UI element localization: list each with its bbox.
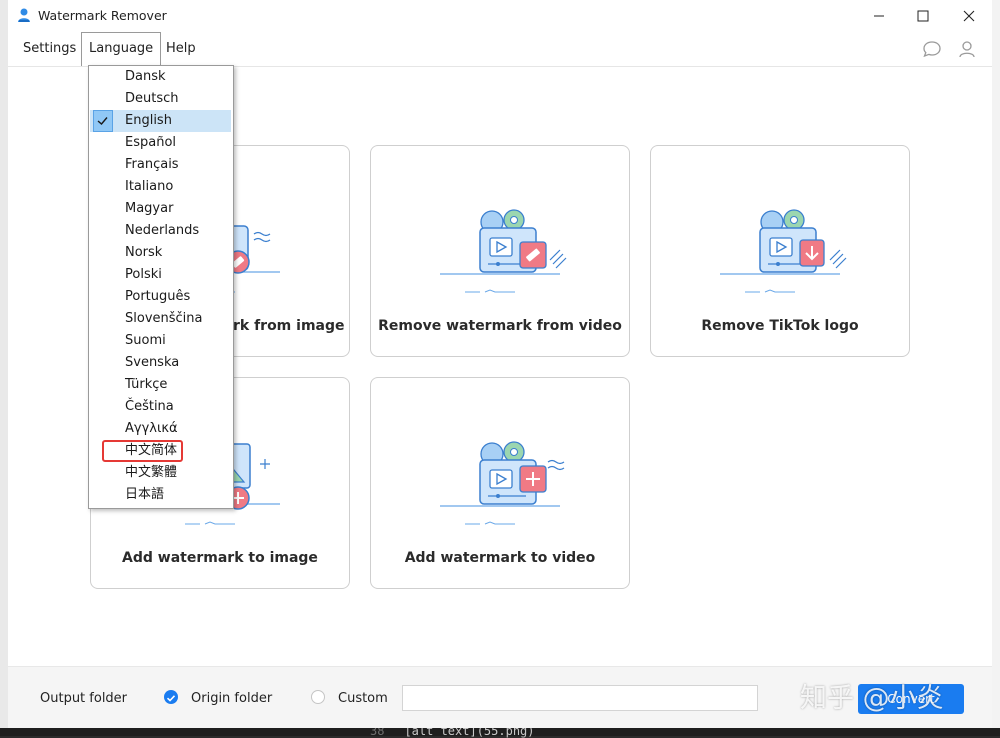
custom-path-input[interactable] <box>402 685 758 711</box>
app-logo-icon <box>16 7 32 23</box>
minimize-button[interactable] <box>856 0 902 32</box>
feedback-icon[interactable] <box>922 40 942 62</box>
menu-settings[interactable]: Settings <box>16 32 83 66</box>
origin-folder-radio[interactable] <box>164 690 178 704</box>
language-item-label: Dansk <box>125 69 166 84</box>
remove-video-illustration <box>410 204 590 308</box>
language-item-label: Français <box>125 157 179 172</box>
language-item[interactable]: Türkçe <box>90 374 231 396</box>
language-item[interactable]: Suomi <box>90 330 231 352</box>
language-item-label: Suomi <box>125 333 166 348</box>
card-remove-tiktok-label: Remove TikTok logo <box>701 318 859 334</box>
highlight-annotation-box <box>102 440 183 462</box>
language-item[interactable]: English <box>90 110 231 132</box>
close-button[interactable] <box>946 0 992 32</box>
language-item[interactable]: Français <box>90 154 231 176</box>
language-item-label: Italiano <box>125 179 174 194</box>
language-item-label: Deutsch <box>125 91 179 106</box>
card-add-watermark-video[interactable]: Add watermark to video <box>370 377 630 589</box>
language-item-label: Magyar <box>125 201 174 216</box>
background-editor-strip: 38 [alt text](55.png) <box>0 724 1000 738</box>
language-item[interactable]: Dansk <box>90 66 231 88</box>
language-item-label: Português <box>125 289 191 304</box>
language-item[interactable]: Norsk <box>90 242 231 264</box>
card-remove-video-label: Remove watermark from video <box>378 318 622 334</box>
close-icon <box>963 10 975 22</box>
card-remove-watermark-video[interactable]: Remove watermark from video <box>370 145 630 357</box>
language-item-label: Αγγλικά <box>125 421 178 436</box>
language-item-label: Norsk <box>125 245 163 260</box>
maximize-button[interactable] <box>900 0 946 32</box>
check-icon <box>166 695 176 702</box>
card-add-image-label: Add watermark to image <box>122 550 318 566</box>
language-item[interactable]: Magyar <box>90 198 231 220</box>
maximize-icon <box>917 10 929 22</box>
language-item-label: Nederlands <box>125 223 200 238</box>
account-icon[interactable] <box>958 40 976 62</box>
background-app-right <box>992 0 1000 736</box>
add-video-illustration <box>410 436 590 540</box>
language-item-label: Čeština <box>125 399 174 414</box>
menu-help[interactable]: Help <box>159 32 203 66</box>
app-window: Watermark Remover Settings Language Help <box>8 0 992 728</box>
title-bar: Watermark Remover <box>8 0 992 32</box>
custom-folder-radio[interactable] <box>311 690 325 704</box>
language-item[interactable]: Svenska <box>90 352 231 374</box>
language-item-label: Slovenščina <box>125 311 203 326</box>
origin-folder-label[interactable]: Origin folder <box>191 691 272 706</box>
language-item[interactable]: Nederlands <box>90 220 231 242</box>
zhihu-watermark: 知乎 @小炎 <box>800 683 944 714</box>
language-item-label: 日本語 <box>125 487 165 502</box>
custom-folder-label[interactable]: Custom <box>338 691 388 706</box>
menu-bar: Settings Language Help <box>8 32 992 67</box>
language-item[interactable]: Polski <box>90 264 231 286</box>
language-item-label: 中文繁體 <box>125 465 178 480</box>
language-item[interactable]: Deutsch <box>90 88 231 110</box>
menu-language[interactable]: Language <box>81 32 162 66</box>
remove-tiktok-illustration <box>690 204 870 308</box>
language-item[interactable]: Español <box>90 132 231 154</box>
window-title: Watermark Remover <box>38 8 167 23</box>
minimize-icon <box>874 15 884 17</box>
language-item[interactable]: 中文繁體 <box>90 462 231 484</box>
language-item[interactable]: Italiano <box>90 176 231 198</box>
card-remove-tiktok-logo[interactable]: Remove TikTok logo <box>650 145 910 357</box>
output-folder-label: Output folder <box>40 691 128 706</box>
language-item[interactable]: Português <box>90 286 231 308</box>
card-add-video-label: Add watermark to video <box>404 550 596 566</box>
background-app-left <box>0 0 8 736</box>
language-item-label: English <box>125 113 172 128</box>
language-item[interactable]: Αγγλικά <box>90 418 231 440</box>
language-item[interactable]: Čeština <box>90 396 231 418</box>
language-item-label: Svenska <box>125 355 180 370</box>
checkmark-icon <box>93 110 113 132</box>
language-item-label: Türkçe <box>125 377 168 392</box>
language-item[interactable]: Slovenščina <box>90 308 231 330</box>
language-item-label: Español <box>125 135 177 150</box>
language-item-label: Polski <box>125 267 162 282</box>
language-item[interactable]: 日本語 <box>90 484 231 506</box>
